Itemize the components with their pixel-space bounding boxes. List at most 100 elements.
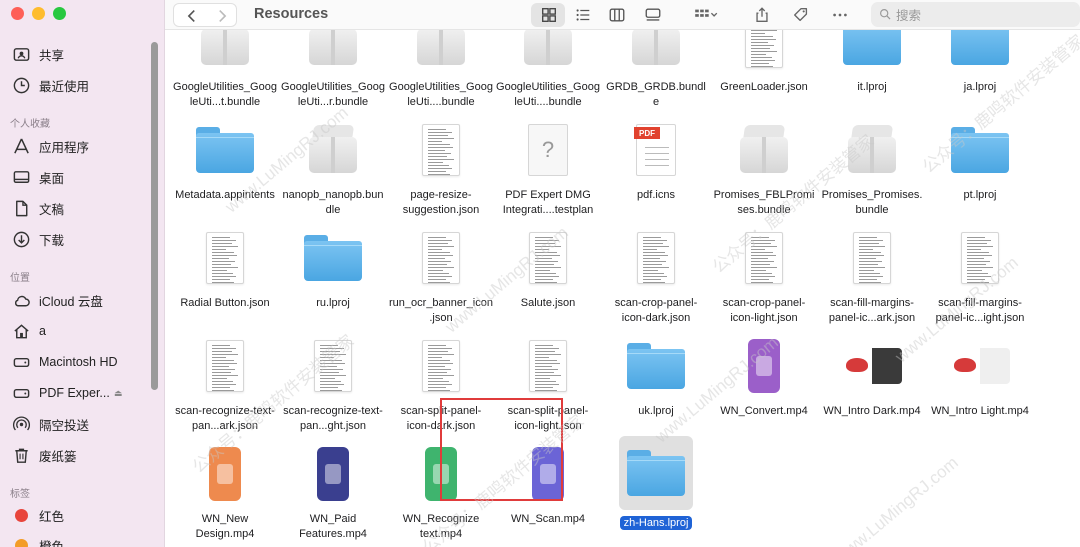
- file-item[interactable]: Radial Button.json: [171, 226, 279, 311]
- file-item[interactable]: scan-recognize-text-pan...ark.json: [171, 334, 279, 434]
- sidebar-item[interactable]: 橙色: [10, 532, 150, 547]
- file-item[interactable]: GreenLoader.json: [710, 30, 818, 95]
- sidebar-item[interactable]: 应用程序: [10, 133, 150, 159]
- file-item[interactable]: GoogleUtilities_GoogleUti...r.bundle: [279, 30, 387, 110]
- back-button[interactable]: [180, 4, 204, 28]
- file-item[interactable]: ru.lproj: [279, 226, 387, 311]
- folder-icon: [196, 127, 254, 173]
- file-item[interactable]: pt.lproj: [926, 118, 1034, 203]
- file-item[interactable]: PDF pdf.icns: [602, 118, 710, 203]
- chevron-right-icon: [219, 10, 227, 22]
- sidebar-item[interactable]: 废纸篓: [10, 442, 150, 468]
- share-icon: [756, 7, 768, 22]
- sidebar-section-heading: 位置: [10, 273, 30, 284]
- home-icon: [10, 320, 32, 342]
- search-placeholder: 搜索: [896, 9, 922, 23]
- file-item[interactable]: run_ocr_banner_icon.json: [387, 226, 495, 326]
- file-item[interactable]: nanopb_nanopb.bundle: [279, 118, 387, 218]
- column-view-button[interactable]: [607, 3, 627, 27]
- forward-button[interactable]: [210, 4, 234, 28]
- file-item[interactable]: it.lproj: [818, 30, 926, 95]
- file-item[interactable]: WN_Intro Light.mp4: [926, 334, 1034, 419]
- folder-icon: [843, 30, 901, 65]
- file-item[interactable]: page-resize-suggestion.json: [387, 118, 495, 218]
- folder-icon: [627, 343, 685, 389]
- file-item[interactable]: Salute.json: [494, 226, 602, 311]
- zoom-window-button[interactable]: [53, 7, 66, 20]
- sidebar-item-label: 共享: [39, 48, 65, 63]
- tag-button[interactable]: [790, 3, 812, 27]
- file-item[interactable]: scan-crop-panel-icon-light.json: [710, 226, 818, 326]
- file-item[interactable]: GoogleUtilities_GoogleUti....bundle: [387, 30, 495, 110]
- file-thumbnail: [193, 118, 257, 182]
- sidebar-item[interactable]: a: [10, 318, 150, 344]
- sidebar-item-label: iCloud 云盘: [39, 294, 103, 309]
- json-document-icon: [314, 340, 352, 392]
- file-thumbnail: [516, 334, 580, 398]
- json-document-icon: [529, 232, 567, 284]
- file-item[interactable]: WN_Intro Dark.mp4: [818, 334, 926, 419]
- file-item[interactable]: Promises_Promises.bundle: [818, 118, 926, 218]
- file-name: uk.lproj: [638, 405, 674, 417]
- file-thumbnail: [301, 226, 365, 290]
- gallery-view-button[interactable]: [643, 3, 663, 27]
- sidebar-item[interactable]: PDF Exper... ⏏: [10, 380, 150, 406]
- file-item[interactable]: ? PDF Expert DMG Integrati....testplan: [494, 118, 602, 218]
- file-item[interactable]: WN_Paid Features.mp4: [279, 442, 387, 542]
- file-item[interactable]: scan-fill-margins-panel-ic...ark.json: [818, 226, 926, 326]
- sidebar-item[interactable]: 红色: [10, 502, 150, 528]
- file-name: GoogleUtilities_GoogleUti...t.bundle: [173, 81, 277, 108]
- json-document-icon: [206, 232, 244, 284]
- file-name: zh-Hans.lproj: [604, 516, 708, 531]
- file-item[interactable]: Promises_FBLPromises.bundle: [710, 118, 818, 218]
- file-name: PDF Expert DMG Integrati....testplan: [502, 189, 594, 216]
- sidebar-section-heading: 标签: [10, 489, 30, 500]
- search-field[interactable]: 搜索: [871, 2, 1080, 27]
- minimize-window-button[interactable]: [32, 7, 45, 20]
- file-thumbnail: [409, 334, 473, 398]
- file-thumbnail: [301, 118, 365, 182]
- sidebar-item[interactable]: iCloud 云盘: [10, 287, 150, 313]
- sidebar-item[interactable]: 桌面: [10, 164, 150, 190]
- close-window-button[interactable]: [11, 7, 24, 20]
- group-by-button[interactable]: [689, 3, 723, 27]
- file-thumbnail: [948, 118, 1012, 182]
- file-item[interactable]: GoogleUtilities_GoogleUti...t.bundle: [171, 30, 279, 110]
- sidebar-scrollbar[interactable]: [151, 42, 158, 390]
- file-name: pdf.icns: [637, 189, 675, 201]
- sidebar-item[interactable]: 文稿: [10, 195, 150, 221]
- file-item[interactable]: Metadata.appintents: [171, 118, 279, 203]
- sidebar-item-label: 废纸篓: [39, 449, 77, 464]
- sidebar-item[interactable]: 最近使用: [10, 72, 150, 98]
- list-view-button[interactable]: [573, 3, 593, 27]
- disk-icon: [10, 351, 32, 373]
- file-name: WN_Intro Dark.mp4: [823, 405, 921, 417]
- file-item[interactable]: WN_New Design.mp4: [171, 442, 279, 542]
- file-thumbnail: [193, 442, 257, 506]
- share-button[interactable]: [751, 3, 773, 27]
- sidebar-item[interactable]: 下载: [10, 226, 150, 252]
- file-item-selected[interactable]: zh-Hans.lproj: [602, 436, 710, 531]
- file-thumbnail: [516, 30, 580, 74]
- trash-icon: [10, 444, 32, 466]
- file-name: WN_New Design.mp4: [195, 513, 255, 540]
- sidebar-item[interactable]: 共享: [10, 41, 150, 67]
- file-name: ja.lproj: [963, 81, 997, 93]
- file-item[interactable]: GoogleUtilities_GoogleUti....bundle: [494, 30, 602, 110]
- eject-icon[interactable]: ⏏: [114, 388, 123, 399]
- icon-view-button[interactable]: [539, 3, 559, 27]
- file-item[interactable]: scan-recognize-text-pan...ght.json: [279, 334, 387, 434]
- sidebar-section-heading: 个人收藏: [10, 119, 50, 130]
- sidebar-item[interactable]: Macintosh HD: [10, 349, 150, 375]
- file-item[interactable]: scan-crop-panel-icon-dark.json: [602, 226, 710, 326]
- file-item[interactable]: ja.lproj: [926, 30, 1034, 95]
- file-item[interactable]: uk.lproj: [602, 334, 710, 419]
- more-actions-button[interactable]: [829, 3, 851, 27]
- sidebar-item[interactable]: 隔空投送: [10, 411, 150, 437]
- file-item[interactable]: WN_Convert.mp4: [710, 334, 818, 419]
- file-item[interactable]: scan-fill-margins-panel-ic...ight.json: [926, 226, 1034, 326]
- bundle-icon: [846, 125, 898, 175]
- file-item[interactable]: GRDB_GRDB.bundle: [602, 30, 710, 110]
- window-title: Resources: [254, 6, 329, 22]
- columns-icon: [609, 8, 625, 22]
